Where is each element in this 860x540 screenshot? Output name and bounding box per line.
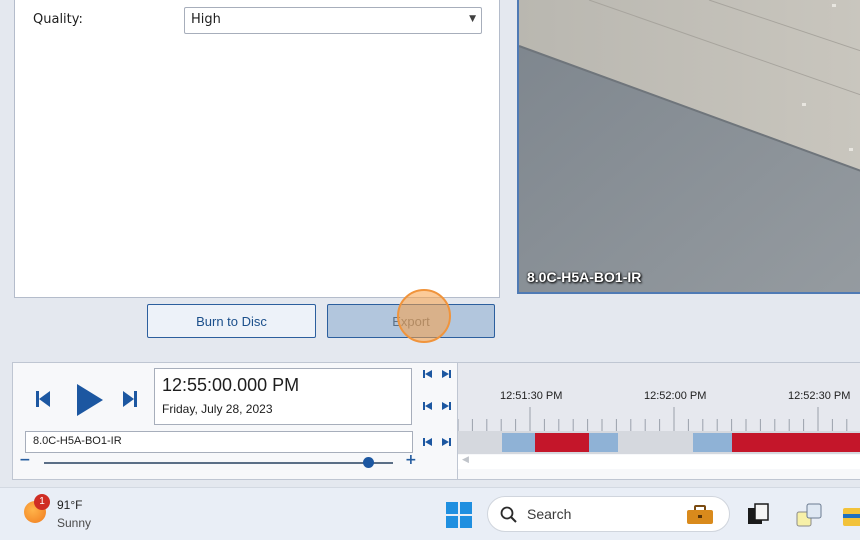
dropdown-arrow-icon: ▼ [469, 14, 476, 24]
search-icon [500, 506, 517, 523]
camera-name-overlay: 8.0C-H5A-BO1-IR [527, 269, 642, 285]
quality-dropdown[interactable]: High ▼ [184, 7, 482, 34]
current-time: 12:55:00.000 PM [162, 375, 300, 395]
next-frame-icon[interactable] [123, 390, 137, 408]
zoom-slider-handle[interactable] [363, 457, 375, 468]
briefcase-icon [687, 505, 713, 524]
weather-condition[interactable]: Sunny [57, 516, 91, 530]
scroll-left-icon[interactable]: ◀ [462, 455, 469, 465]
notification-badge: 1 [34, 494, 50, 510]
timeline-segment-motion[interactable] [502, 433, 535, 452]
search-placeholder: Search [527, 506, 572, 522]
task-view-icon[interactable] [746, 502, 770, 526]
play-icon[interactable] [75, 382, 105, 418]
timeline[interactable]: 12:51:30 PM 12:52:00 PM 12:52:30 PM ◀ [457, 363, 860, 479]
skip-to-end-icon[interactable] [441, 368, 453, 380]
timeline-track[interactable] [458, 431, 860, 454]
current-date: Friday, July 28, 2023 [162, 402, 273, 416]
zoom-in-button[interactable]: + [405, 452, 417, 468]
export-settings-panel: Quality: High ▼ [14, 0, 500, 298]
skip-to-end-icon[interactable] [441, 436, 453, 448]
burn-to-disc-button[interactable]: Burn to Disc [147, 304, 316, 338]
quality-dropdown-value: High [191, 12, 221, 27]
widgets-icon[interactable] [795, 502, 823, 530]
skip-to-start-icon[interactable] [421, 368, 433, 380]
windows-start-icon[interactable] [446, 502, 472, 528]
playback-controls-panel: 12:55:00.000 PM Friday, July 28, 2023 8.… [12, 362, 860, 480]
skip-to-start-icon[interactable] [421, 436, 433, 448]
weather-temperature[interactable]: 91°F [57, 498, 82, 512]
zoom-slider-track[interactable] [44, 462, 393, 464]
timeline-tick-label: 12:52:30 PM [788, 390, 851, 402]
quality-label: Quality: [33, 12, 83, 27]
timeline-segment-recording[interactable] [535, 433, 589, 452]
taskbar-search-box[interactable]: Search [487, 496, 730, 532]
timeline-segment-motion[interactable] [589, 433, 618, 452]
timeline-tick-label: 12:52:00 PM [644, 390, 707, 402]
camera-video-view[interactable]: 8.0C-H5A-BO1-IR [517, 0, 860, 294]
timeline-segment-motion[interactable] [693, 433, 732, 452]
export-button[interactable]: Export [327, 304, 495, 338]
timeline-scrollbar[interactable]: ◀ [458, 455, 860, 469]
zoom-out-button[interactable]: − [19, 452, 31, 468]
previous-frame-icon[interactable] [36, 390, 50, 408]
skip-to-end-icon[interactable] [441, 400, 453, 412]
skip-to-start-icon[interactable] [421, 400, 433, 412]
timeline-segment-recording[interactable] [732, 433, 860, 452]
camera-select-field[interactable]: 8.0C-H5A-BO1-IR [25, 431, 413, 453]
timeline-tick-label: 12:51:30 PM [500, 390, 563, 402]
timeline-ruler: 12:51:30 PM 12:52:00 PM 12:52:30 PM [457, 363, 860, 431]
taskbar: 1 91°F Sunny Search [0, 487, 860, 540]
camera-scene-image [519, 0, 860, 292]
file-explorer-icon[interactable] [843, 502, 860, 528]
current-time-display[interactable]: 12:55:00.000 PM Friday, July 28, 2023 [154, 368, 412, 425]
